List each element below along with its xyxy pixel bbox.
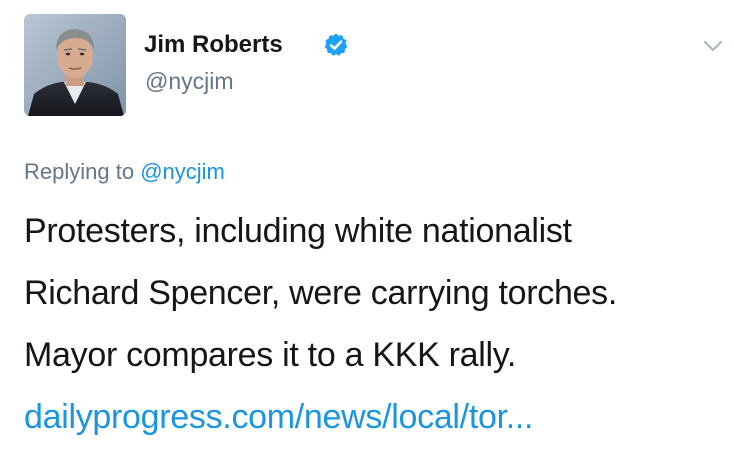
avatar-photo [24, 14, 126, 116]
tweet-text-line: Protesters, including white nationalist [24, 212, 572, 250]
tweet-text-line: Richard Spencer, were carrying torches. [24, 274, 618, 312]
replying-to-prefix: Replying to [24, 159, 135, 184]
chevron-down-icon[interactable] [701, 37, 725, 55]
replying-to-mention[interactable]: @nycjim [140, 159, 225, 184]
verified-badge-icon [324, 33, 348, 56]
author-name[interactable]: Jim Roberts [144, 30, 283, 60]
tweet-text-line: Mayor compares it to a KKK rally. [24, 336, 517, 374]
tweet: Jim Roberts @nycjim Replying to @nycjim … [0, 0, 734, 456]
avatar[interactable] [24, 14, 126, 116]
author-handle[interactable]: @nycjim [145, 67, 234, 95]
replying-to: Replying to @nycjim [24, 158, 225, 186]
tweet-text: Protesters, including white nationalist … [24, 200, 729, 448]
tweet-link[interactable]: dailyprogress.com/news/local/tor... [24, 386, 729, 448]
